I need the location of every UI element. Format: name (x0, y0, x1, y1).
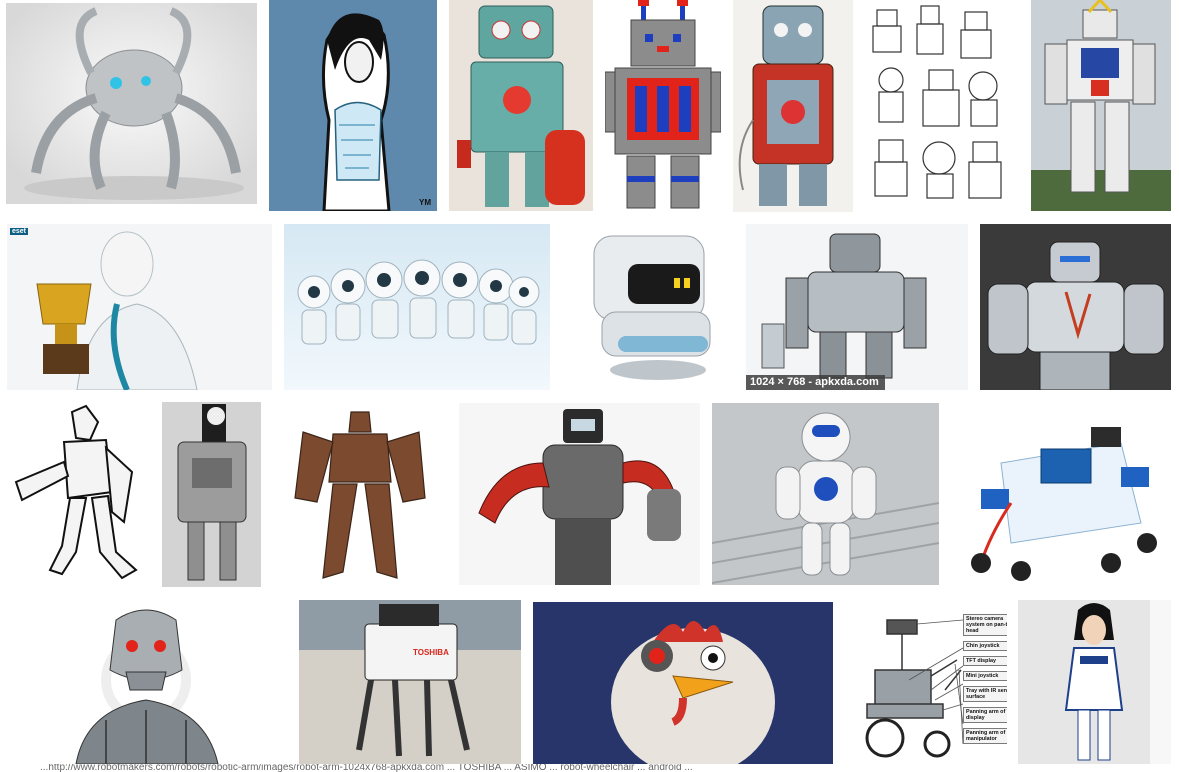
eset-android-image (7, 224, 272, 390)
toshiba-label: TOSHIBA (413, 648, 449, 657)
watermark-text: YM (419, 198, 431, 207)
robot-lineart-image (6, 402, 150, 587)
tin-robot-teal-image (449, 0, 593, 211)
robot-sketches-image (865, 0, 1019, 211)
result-thumb-robot-chicken-puppet[interactable] (533, 602, 833, 764)
toshiba-quadruped-image (299, 600, 521, 764)
result-thumb-spider-robot[interactable] (6, 3, 257, 204)
callout-label: Panning arm of manipulator (963, 728, 1007, 744)
result-thumb-cyborg-woman-illustration[interactable]: YM (269, 0, 437, 211)
callout-label: Tray with IR sensor surface (963, 686, 1007, 702)
result-thumb-robot-sketches[interactable] (865, 0, 1019, 211)
callout-label: Panning arm of TFT display (963, 707, 1007, 723)
vintage-robot-image (162, 402, 261, 587)
cartoon-robot-image (605, 0, 721, 212)
result-thumb-android-woman[interactable] (1018, 600, 1171, 764)
nao-robot-image (712, 403, 939, 585)
baxter-robot-image (459, 403, 700, 585)
result-thumb-vintage-robot-woman[interactable] (162, 402, 261, 587)
gundam-statue-image (1031, 0, 1171, 211)
arduino-robot-image (951, 403, 1171, 587)
result-thumb-rusty-transformer[interactable] (273, 402, 447, 587)
rusty-transformer-image (273, 402, 447, 587)
result-thumb-tin-robot-teal[interactable] (449, 0, 593, 211)
result-thumb-robotic-wheelchair-diagram[interactable]: Stereo camera system on pan-tilt-head Ch… (845, 600, 1007, 764)
result-thumb-robot-group[interactable] (284, 224, 550, 390)
cyborg-woman-image (269, 0, 437, 211)
callout-label: Chin joystick (963, 641, 1007, 651)
result-thumb-eset-android-trophy[interactable]: eset (7, 224, 272, 390)
robot-group-image (284, 224, 550, 390)
chrome-robot-image (746, 224, 968, 390)
android-woman-image (1018, 600, 1171, 764)
terminator-image (6, 600, 287, 764)
result-thumb-cartoon-robot-blue-red[interactable] (605, 0, 721, 212)
callout-label: Stereo camera system on pan-tilt-head (963, 614, 1007, 636)
callout-label: TFT display (963, 656, 1007, 666)
truncated-url-strip: ...http://www.robotmakers.com/robots/rob… (0, 764, 1179, 772)
wheelchair-callout-list: Stereo camera system on pan-tilt-head Ch… (963, 614, 1007, 749)
titan-robot-image (980, 224, 1171, 390)
result-thumb-baxter-robot[interactable] (459, 403, 700, 585)
callout-label: Mini joystick (963, 671, 1007, 681)
result-thumb-chrome-robot-apkxda[interactable]: 1024 × 768 - apkxda.com (746, 224, 968, 390)
result-thumb-walle-robot[interactable] (562, 224, 734, 390)
result-thumb-robot-lineart[interactable] (6, 402, 150, 587)
result-thumb-terminator-endoskeleton[interactable] (6, 600, 287, 764)
tin-robot-red-image (733, 0, 853, 212)
walle-robot-image (562, 224, 734, 390)
result-thumb-nao-robot[interactable] (712, 403, 939, 585)
result-thumb-toshiba-quadruped[interactable]: TOSHIBA (299, 600, 521, 764)
result-thumb-titan-robot[interactable] (980, 224, 1171, 390)
result-thumb-tin-robot-red[interactable] (733, 0, 853, 212)
result-thumb-gundam-statue[interactable] (1031, 0, 1171, 211)
robot-chicken-image (533, 602, 833, 764)
result-thumb-arduino-robot-kit[interactable] (951, 403, 1171, 587)
image-size-badge: 1024 × 768 - apkxda.com (746, 375, 885, 390)
spider-robot-image (6, 3, 257, 204)
eset-logo: eset (10, 228, 29, 235)
